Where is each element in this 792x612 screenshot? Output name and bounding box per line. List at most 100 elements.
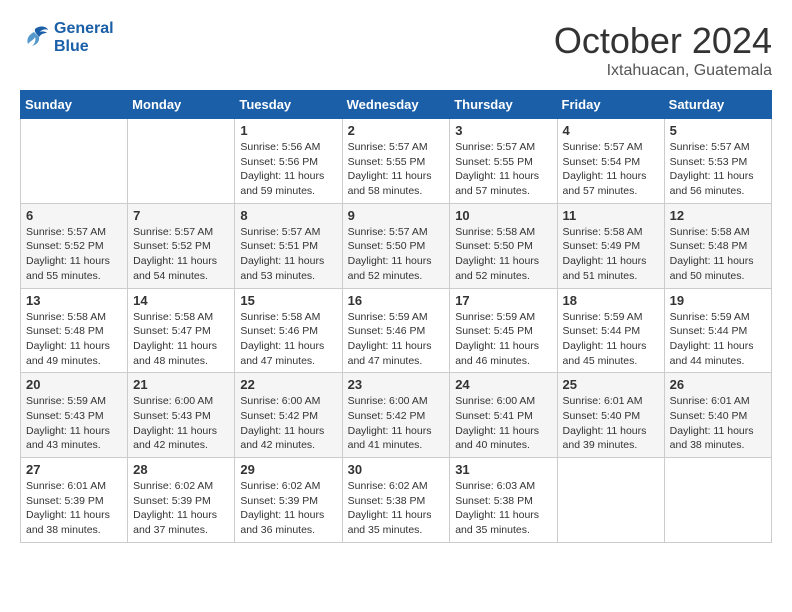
calendar-week-row: 27 Sunrise: 6:01 AM Sunset: 5:39 PM Dayli… [21, 458, 772, 543]
day-number: 1 [240, 123, 336, 138]
day-number: 6 [26, 208, 122, 223]
day-detail: Sunrise: 5:59 AM Sunset: 5:45 PM Dayligh… [455, 310, 551, 369]
calendar-cell: 3Sunrise: 5:57 AM Sunset: 5:55 PM Daylig… [450, 119, 557, 204]
day-detail: Sunrise: 6:00 AM Sunset: 5:42 PM Dayligh… [348, 394, 445, 453]
calendar-cell: 2 Sunrise: 5:57 AM Sunset: 5:55 PM Daylig… [342, 119, 450, 204]
day-number: 4 [563, 123, 659, 138]
month-title: October 2024 [554, 20, 772, 62]
calendar-cell: 14 Sunrise: 5:58 AM Sunset: 5:47 PM Dayli… [128, 288, 235, 373]
calendar-cell: 17 Sunrise: 5:59 AM Sunset: 5:45 PM Dayli… [450, 288, 557, 373]
calendar-cell: 1 Sunrise: 5:56 AM Sunset: 5:56 PM Daylig… [235, 119, 342, 204]
day-detail: Sunrise: 5:57 AM Sunset: 5:50 PM Dayligh… [348, 225, 445, 284]
day-number: 25 [563, 377, 659, 392]
day-number: 19 [670, 293, 766, 308]
day-detail: Sunrise: 6:02 AM Sunset: 5:38 PM Dayligh… [348, 479, 445, 538]
day-detail: Sunrise: 5:58 AM Sunset: 5:48 PM Dayligh… [26, 310, 122, 369]
weekday-header-sunday: Sunday [21, 91, 128, 119]
page-header: General Blue October 2024 Ixtahuacan, Gu… [20, 20, 772, 80]
day-number: 15 [240, 293, 336, 308]
day-detail: Sunrise: 5:59 AM Sunset: 5:44 PM Dayligh… [563, 310, 659, 369]
calendar-cell: 7 Sunrise: 5:57 AM Sunset: 5:52 PM Daylig… [128, 203, 235, 288]
calendar-cell [21, 119, 128, 204]
calendar-cell: 31 Sunrise: 6:03 AM Sunset: 5:38 PM Dayli… [450, 458, 557, 543]
calendar-cell: 9 Sunrise: 5:57 AM Sunset: 5:50 PM Daylig… [342, 203, 450, 288]
calendar-cell [664, 458, 771, 543]
day-number: 16 [348, 293, 445, 308]
calendar-cell: 16 Sunrise: 5:59 AM Sunset: 5:46 PM Dayli… [342, 288, 450, 373]
day-number: 31 [455, 462, 551, 477]
calendar-cell: 8 Sunrise: 5:57 AM Sunset: 5:51 PM Daylig… [235, 203, 342, 288]
day-number: 18 [563, 293, 659, 308]
day-detail: Sunrise: 5:57 AM Sunset: 5:53 PM Dayligh… [670, 140, 766, 199]
day-detail: Sunrise: 6:03 AM Sunset: 5:38 PM Dayligh… [455, 479, 551, 538]
calendar-cell: 26 Sunrise: 6:01 AM Sunset: 5:40 PM Dayli… [664, 373, 771, 458]
logo: General Blue [20, 20, 114, 56]
calendar-cell: 30 Sunrise: 6:02 AM Sunset: 5:38 PM Dayli… [342, 458, 450, 543]
day-number: 13 [26, 293, 122, 308]
day-detail: Sunrise: 5:59 AM Sunset: 5:46 PM Dayligh… [348, 310, 445, 369]
calendar-cell: 5Sunrise: 5:57 AM Sunset: 5:53 PM Daylig… [664, 119, 771, 204]
day-detail: Sunrise: 5:58 AM Sunset: 5:46 PM Dayligh… [240, 310, 336, 369]
calendar-cell: 24Sunrise: 6:00 AM Sunset: 5:41 PM Dayli… [450, 373, 557, 458]
weekday-header-wednesday: Wednesday [342, 91, 450, 119]
weekday-header-row: SundayMondayTuesdayWednesdayThursdayFrid… [21, 91, 772, 119]
weekday-header-tuesday: Tuesday [235, 91, 342, 119]
location-subtitle: Ixtahuacan, Guatemala [554, 62, 772, 80]
calendar-cell: 25Sunrise: 6:01 AM Sunset: 5:40 PM Dayli… [557, 373, 664, 458]
day-number: 2 [348, 123, 445, 138]
weekday-header-thursday: Thursday [450, 91, 557, 119]
day-detail: Sunrise: 5:56 AM Sunset: 5:56 PM Dayligh… [240, 140, 336, 199]
day-number: 7 [133, 208, 229, 223]
day-detail: Sunrise: 5:57 AM Sunset: 5:51 PM Dayligh… [240, 225, 336, 284]
day-detail: Sunrise: 5:58 AM Sunset: 5:49 PM Dayligh… [563, 225, 659, 284]
day-detail: Sunrise: 6:01 AM Sunset: 5:40 PM Dayligh… [670, 394, 766, 453]
day-detail: Sunrise: 6:02 AM Sunset: 5:39 PM Dayligh… [133, 479, 229, 538]
calendar-cell: 6 Sunrise: 5:57 AM Sunset: 5:52 PM Daylig… [21, 203, 128, 288]
calendar-cell: 20Sunrise: 5:59 AM Sunset: 5:43 PM Dayli… [21, 373, 128, 458]
day-detail: Sunrise: 6:01 AM Sunset: 5:39 PM Dayligh… [26, 479, 122, 538]
calendar-cell: 29 Sunrise: 6:02 AM Sunset: 5:39 PM Dayli… [235, 458, 342, 543]
day-number: 11 [563, 208, 659, 223]
logo-icon [20, 24, 50, 52]
calendar-cell [128, 119, 235, 204]
day-number: 22 [240, 377, 336, 392]
day-number: 9 [348, 208, 445, 223]
calendar-cell [557, 458, 664, 543]
day-detail: Sunrise: 5:58 AM Sunset: 5:50 PM Dayligh… [455, 225, 551, 284]
weekday-header-saturday: Saturday [664, 91, 771, 119]
day-detail: Sunrise: 5:57 AM Sunset: 5:52 PM Dayligh… [133, 225, 229, 284]
weekday-header-monday: Monday [128, 91, 235, 119]
day-number: 26 [670, 377, 766, 392]
calendar-table: SundayMondayTuesdayWednesdayThursdayFrid… [20, 90, 772, 543]
weekday-header-friday: Friday [557, 91, 664, 119]
day-detail: Sunrise: 5:57 AM Sunset: 5:52 PM Dayligh… [26, 225, 122, 284]
calendar-cell: 28 Sunrise: 6:02 AM Sunset: 5:39 PM Dayli… [128, 458, 235, 543]
calendar-cell: 23 Sunrise: 6:00 AM Sunset: 5:42 PM Dayli… [342, 373, 450, 458]
day-detail: Sunrise: 6:02 AM Sunset: 5:39 PM Dayligh… [240, 479, 336, 538]
calendar-week-row: 1 Sunrise: 5:56 AM Sunset: 5:56 PM Daylig… [21, 119, 772, 204]
day-detail: Sunrise: 6:00 AM Sunset: 5:42 PM Dayligh… [240, 394, 336, 453]
calendar-cell: 15 Sunrise: 5:58 AM Sunset: 5:46 PM Dayli… [235, 288, 342, 373]
day-number: 17 [455, 293, 551, 308]
day-detail: Sunrise: 5:59 AM Sunset: 5:44 PM Dayligh… [670, 310, 766, 369]
day-number: 30 [348, 462, 445, 477]
day-number: 27 [26, 462, 122, 477]
day-number: 8 [240, 208, 336, 223]
title-area: October 2024 Ixtahuacan, Guatemala [554, 20, 772, 80]
calendar-cell: 22 Sunrise: 6:00 AM Sunset: 5:42 PM Dayli… [235, 373, 342, 458]
day-number: 14 [133, 293, 229, 308]
calendar-cell: 13 Sunrise: 5:58 AM Sunset: 5:48 PM Dayli… [21, 288, 128, 373]
day-detail: Sunrise: 5:58 AM Sunset: 5:47 PM Dayligh… [133, 310, 229, 369]
calendar-cell: 12 Sunrise: 5:58 AM Sunset: 5:48 PM Dayli… [664, 203, 771, 288]
day-detail: Sunrise: 5:57 AM Sunset: 5:55 PM Dayligh… [348, 140, 445, 199]
day-number: 23 [348, 377, 445, 392]
day-number: 12 [670, 208, 766, 223]
calendar-cell: 11 Sunrise: 5:58 AM Sunset: 5:49 PM Dayli… [557, 203, 664, 288]
calendar-cell: 19 Sunrise: 5:59 AM Sunset: 5:44 PM Dayli… [664, 288, 771, 373]
day-number: 28 [133, 462, 229, 477]
day-detail: Sunrise: 5:58 AM Sunset: 5:48 PM Dayligh… [670, 225, 766, 284]
day-number: 10 [455, 208, 551, 223]
calendar-week-row: 13 Sunrise: 5:58 AM Sunset: 5:48 PM Dayli… [21, 288, 772, 373]
day-detail: Sunrise: 5:57 AM Sunset: 5:54 PM Dayligh… [563, 140, 659, 199]
day-number: 29 [240, 462, 336, 477]
